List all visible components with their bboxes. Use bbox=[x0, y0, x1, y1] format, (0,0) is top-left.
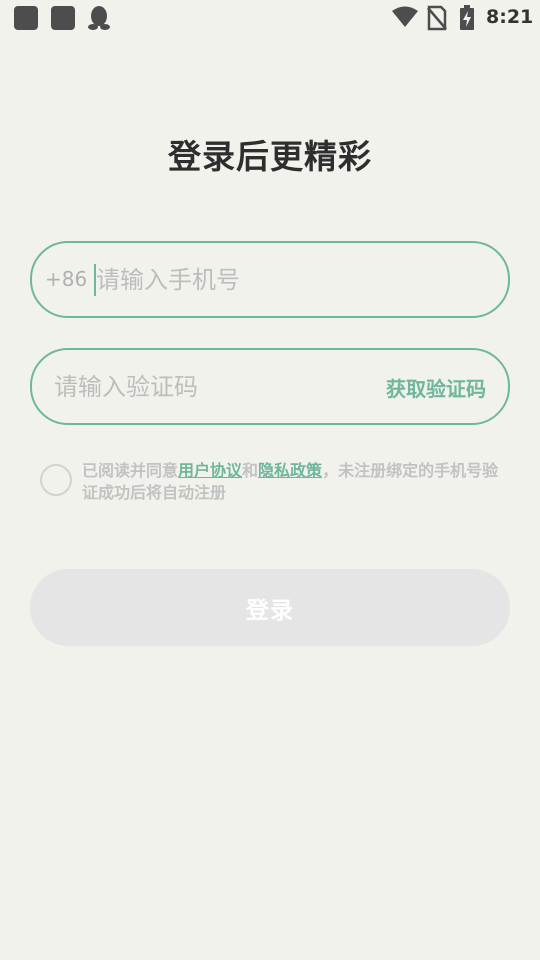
agreement-checkbox[interactable] bbox=[40, 464, 72, 496]
login-button[interactable]: 登录 bbox=[30, 569, 510, 646]
login-screen: 8:21 登录后更精彩 +86 获取验证码 已阅读并同意用户协议和隐私政策，未注… bbox=[0, 0, 540, 960]
user-agreement-link[interactable]: 用户协议 bbox=[178, 461, 242, 480]
phone-field[interactable]: +86 bbox=[30, 241, 510, 318]
app-notification-icon bbox=[51, 6, 75, 30]
agreement-prefix: 已阅读并同意 bbox=[82, 461, 179, 480]
agreement-text: 已阅读并同意用户协议和隐私政策，未注册绑定的手机号验证成功后将自动注册 bbox=[82, 460, 507, 504]
privacy-policy-link[interactable]: 隐私政策 bbox=[258, 461, 322, 480]
status-bar: 8:21 bbox=[0, 0, 540, 38]
page-title: 登录后更精彩 bbox=[168, 137, 372, 176]
agreement-and: 和 bbox=[242, 461, 259, 480]
country-code-label[interactable]: +86 bbox=[45, 267, 87, 291]
no-sim-icon bbox=[427, 5, 447, 31]
status-time: 8:21 bbox=[486, 6, 534, 28]
wifi-icon bbox=[392, 6, 418, 27]
verification-code-field[interactable]: 获取验证码 bbox=[30, 348, 510, 425]
phone-input[interactable] bbox=[96, 243, 496, 316]
get-code-button[interactable]: 获取验证码 bbox=[386, 373, 486, 402]
qq-icon bbox=[88, 6, 110, 30]
verification-code-input[interactable] bbox=[54, 350, 354, 423]
battery-charging-icon bbox=[460, 5, 474, 30]
app-notification-icon bbox=[14, 6, 38, 30]
